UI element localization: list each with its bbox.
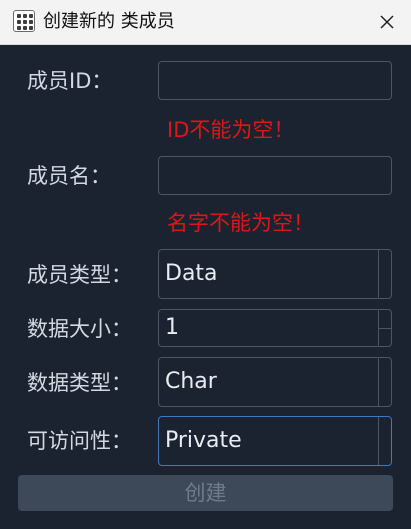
data-type-label: 数据类型：: [27, 371, 132, 395]
data-type-dropdown-divider: [378, 358, 379, 406]
dialog-window: 创建新的 类成员 成员ID： ID不能为空！ 成员名： 名字不能为空！ 成员类型…: [0, 0, 411, 529]
member-type-select[interactable]: Data: [158, 249, 392, 299]
access-value: Private: [165, 428, 242, 453]
window-title: 创建新的 类成员: [43, 11, 175, 32]
access-label: 可访问性：: [27, 429, 132, 453]
data-type-select[interactable]: Char: [158, 357, 392, 407]
member-id-input[interactable]: [158, 61, 392, 100]
member-name-label: 成员名：: [27, 164, 111, 188]
close-icon: [380, 15, 394, 29]
access-select[interactable]: Private: [158, 416, 392, 466]
member-type-label: 成员类型：: [27, 263, 132, 287]
member-type-dropdown-divider: [378, 250, 379, 298]
data-size-value: 1: [165, 315, 179, 340]
member-id-label: 成员ID：: [27, 69, 113, 93]
data-type-value: Char: [165, 369, 217, 394]
member-name-input[interactable]: [158, 156, 392, 195]
app-grid-icon: [13, 10, 35, 32]
member-name-error: 名字不能为空！: [167, 211, 314, 235]
data-size-spin-buttons[interactable]: [379, 328, 391, 329]
create-button[interactable]: 创建: [18, 475, 393, 511]
close-button[interactable]: [363, 0, 411, 44]
data-size-label: 数据大小：: [27, 317, 132, 341]
data-size-spinbox[interactable]: 1: [158, 309, 392, 347]
title-bar: 创建新的 类成员: [0, 0, 411, 45]
member-id-error: ID不能为空！: [167, 118, 295, 142]
access-dropdown-divider: [378, 417, 379, 465]
member-type-value: Data: [165, 261, 218, 286]
